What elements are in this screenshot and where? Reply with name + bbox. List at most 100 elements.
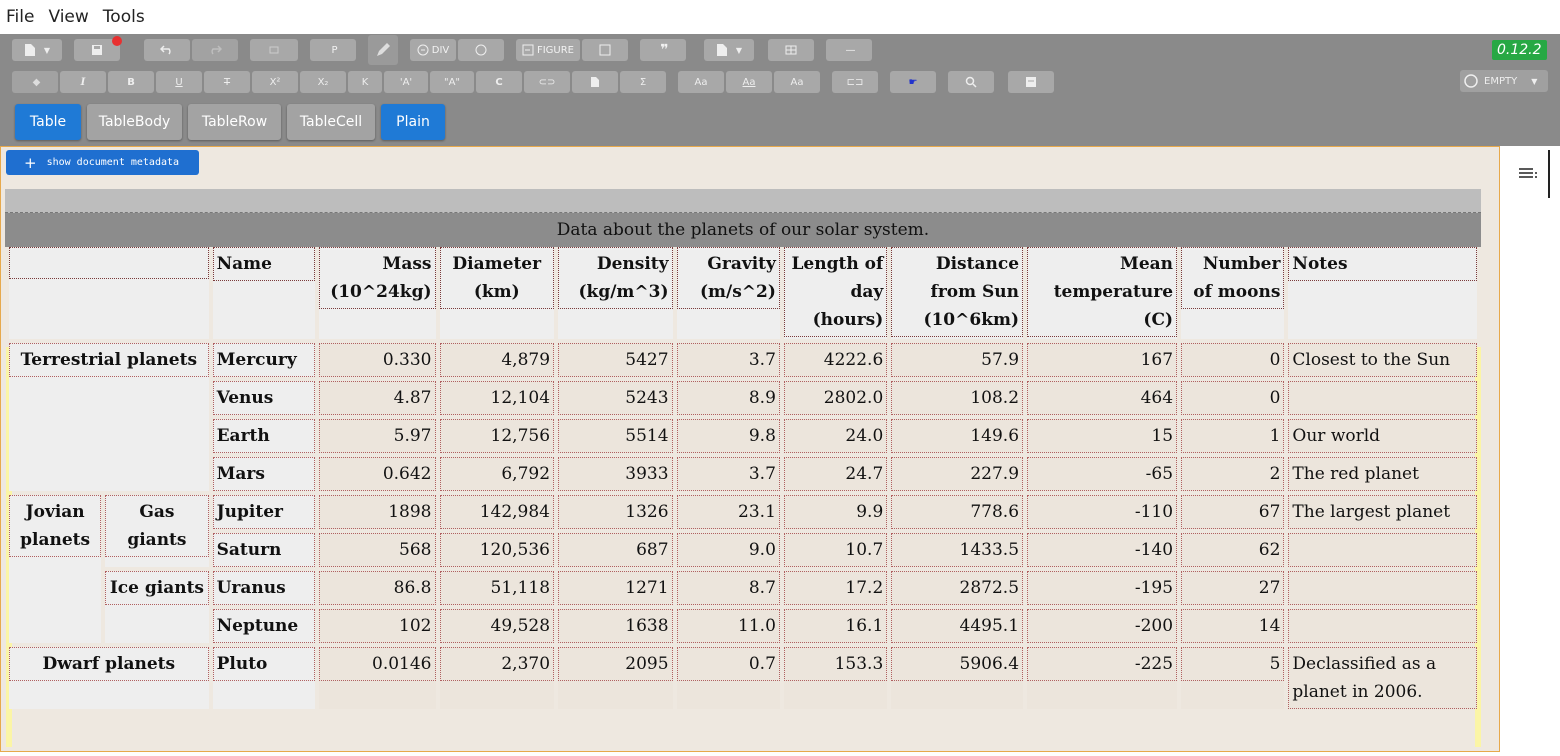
planet-name-cell[interactable]: Neptune xyxy=(212,609,315,643)
insert-file-button[interactable]: ▼ xyxy=(704,39,754,61)
cell-diameter[interactable]: 49,528 xyxy=(439,609,555,643)
cell-mass[interactable]: 5.97 xyxy=(318,419,436,453)
cell-day[interactable]: 10.7 xyxy=(783,533,888,567)
cell-diameter[interactable]: 12,756 xyxy=(439,419,555,453)
cell-temp[interactable]: -200 xyxy=(1027,609,1178,643)
cell-temp[interactable]: -225 xyxy=(1027,647,1178,709)
double-quote-button[interactable]: "A" xyxy=(430,71,474,93)
cell-temp[interactable]: -110 xyxy=(1027,495,1178,529)
cell-diameter[interactable]: 120,536 xyxy=(439,533,555,567)
cell-gravity[interactable]: 9.0 xyxy=(676,533,780,567)
section-select[interactable]: EMPTY ▼ xyxy=(1460,70,1548,92)
header-cell-gravity[interactable]: Gravity (m/s^2) xyxy=(676,247,780,339)
menu-view[interactable]: View xyxy=(48,7,88,27)
cell-day[interactable]: 2802.0 xyxy=(783,381,888,415)
cell-gravity[interactable]: 0.7 xyxy=(676,647,780,709)
single-quote-button[interactable]: 'A' xyxy=(384,71,428,93)
planet-name-cell[interactable]: Jupiter xyxy=(212,495,315,529)
cell-notes[interactable] xyxy=(1288,381,1477,415)
redo-button[interactable] xyxy=(192,39,238,61)
cell-day[interactable]: 16.1 xyxy=(783,609,888,643)
cell-notes[interactable] xyxy=(1288,533,1477,567)
breadcrumb-tablerow[interactable]: TableRow xyxy=(188,104,281,140)
touch-button[interactable]: ☛ xyxy=(890,71,936,93)
header-cell-distance[interactable]: Distance from Sun (10^6km) xyxy=(891,247,1024,339)
cell-moons[interactable]: 0 xyxy=(1181,381,1285,415)
cell-moons[interactable]: 67 xyxy=(1181,495,1285,529)
caption-button[interactable]: ⊏⊐ xyxy=(832,71,878,93)
div-exit-button[interactable] xyxy=(458,39,504,61)
cell-mass[interactable]: 0.330 xyxy=(318,343,436,377)
cell-moons[interactable]: 1 xyxy=(1181,419,1285,453)
planet-name-cell[interactable]: Venus xyxy=(212,381,315,415)
div-button[interactable]: DIV xyxy=(410,39,456,61)
breadcrumb-plain[interactable]: Plain xyxy=(381,104,445,140)
header-cell-notes[interactable]: Notes xyxy=(1288,247,1477,339)
header-cell-day-length[interactable]: Length of day (hours) xyxy=(783,247,888,339)
cell-day[interactable]: 24.0 xyxy=(783,419,888,453)
cell-moons[interactable]: 62 xyxy=(1181,533,1285,567)
header-cell-moons[interactable]: Number of moons xyxy=(1181,247,1285,339)
cell-day[interactable]: 9.9 xyxy=(783,495,888,529)
cell-notes[interactable]: Closest to the Sun xyxy=(1288,343,1477,377)
footnote-button[interactable] xyxy=(572,71,618,93)
breadcrumb-tablebody[interactable]: TableBody xyxy=(87,104,182,140)
cell-gravity[interactable]: 8.7 xyxy=(676,571,780,605)
planet-name-cell[interactable]: Mars xyxy=(212,457,315,491)
cell-distance[interactable]: 108.2 xyxy=(891,381,1024,415)
cell-temp[interactable]: -140 xyxy=(1027,533,1178,567)
cell-density[interactable]: 1326 xyxy=(558,495,673,529)
menu-file[interactable]: File xyxy=(6,7,34,27)
subscript-button[interactable]: X₂ xyxy=(300,71,346,93)
citation-button[interactable]: C xyxy=(476,71,522,93)
cell-mass[interactable]: 86.8 xyxy=(318,571,436,605)
strikethrough-button[interactable]: T xyxy=(204,71,250,93)
cell-mass[interactable]: 1898 xyxy=(318,495,436,529)
cell-gravity[interactable]: 3.7 xyxy=(676,343,780,377)
italic-button[interactable]: I xyxy=(60,71,106,93)
superscript-button[interactable]: X² xyxy=(252,71,298,93)
cell-diameter[interactable]: 6,792 xyxy=(439,457,555,491)
cell-distance[interactable]: 778.6 xyxy=(891,495,1024,529)
cell-gravity[interactable]: 23.1 xyxy=(676,495,780,529)
underline-button[interactable]: U xyxy=(156,71,202,93)
cell-diameter[interactable]: 51,118 xyxy=(439,571,555,605)
show-metadata-button[interactable]: + show document metadata xyxy=(6,150,199,175)
small-caps-button[interactable]: K xyxy=(348,71,382,93)
planet-name-cell[interactable]: Earth xyxy=(212,419,315,453)
cell-diameter[interactable]: 4,879 xyxy=(439,343,555,377)
panel-scroll-indicator[interactable] xyxy=(1548,150,1550,198)
cell-temp[interactable]: 15 xyxy=(1027,419,1178,453)
header-cell-name[interactable]: Name xyxy=(212,247,315,339)
cell-temp[interactable]: -65 xyxy=(1027,457,1178,491)
cell-mass[interactable]: 4.87 xyxy=(318,381,436,415)
cell-temp[interactable]: 464 xyxy=(1027,381,1178,415)
edit-mode-button[interactable] xyxy=(368,35,398,65)
planets-table[interactable]: Data about the planets of our solar syst… xyxy=(5,189,1481,713)
paragraph-button[interactable]: P xyxy=(310,39,356,61)
cell-mass[interactable]: 102 xyxy=(318,609,436,643)
cell-mass[interactable]: 0.0146 xyxy=(318,647,436,709)
text-case-button[interactable]: Aa xyxy=(678,71,724,93)
cell-moons[interactable]: 2 xyxy=(1181,457,1285,491)
cell-day[interactable]: 4222.6 xyxy=(783,343,888,377)
table-caption[interactable]: Data about the planets of our solar syst… xyxy=(5,213,1481,247)
breadcrumb-tablecell[interactable]: TableCell xyxy=(287,104,375,140)
breadcrumb-table[interactable]: Table xyxy=(15,104,81,140)
cell-mass[interactable]: 568 xyxy=(318,533,436,567)
insert-table-button[interactable] xyxy=(768,39,814,61)
menu-tools[interactable]: Tools xyxy=(103,7,145,27)
search-button[interactable] xyxy=(948,71,994,93)
cell-moons[interactable]: 5 xyxy=(1181,647,1285,709)
text-case-underline-button[interactable]: Aa xyxy=(726,71,772,93)
cell-distance[interactable]: 5906.4 xyxy=(891,647,1024,709)
cell-gravity[interactable]: 8.9 xyxy=(676,381,780,415)
clear-format-button[interactable]: ◆ xyxy=(12,71,58,93)
header-cell-mass[interactable]: Mass (10^24kg) xyxy=(318,247,436,339)
cell-diameter[interactable]: 2,370 xyxy=(439,647,555,709)
cell-moons[interactable]: 27 xyxy=(1181,571,1285,605)
cell-gravity[interactable]: 3.7 xyxy=(676,457,780,491)
cell-gravity[interactable]: 11.0 xyxy=(676,609,780,643)
link-button[interactable]: ⊂⊃ xyxy=(524,71,570,93)
group-dwarf[interactable]: Dwarf planets xyxy=(9,647,209,709)
